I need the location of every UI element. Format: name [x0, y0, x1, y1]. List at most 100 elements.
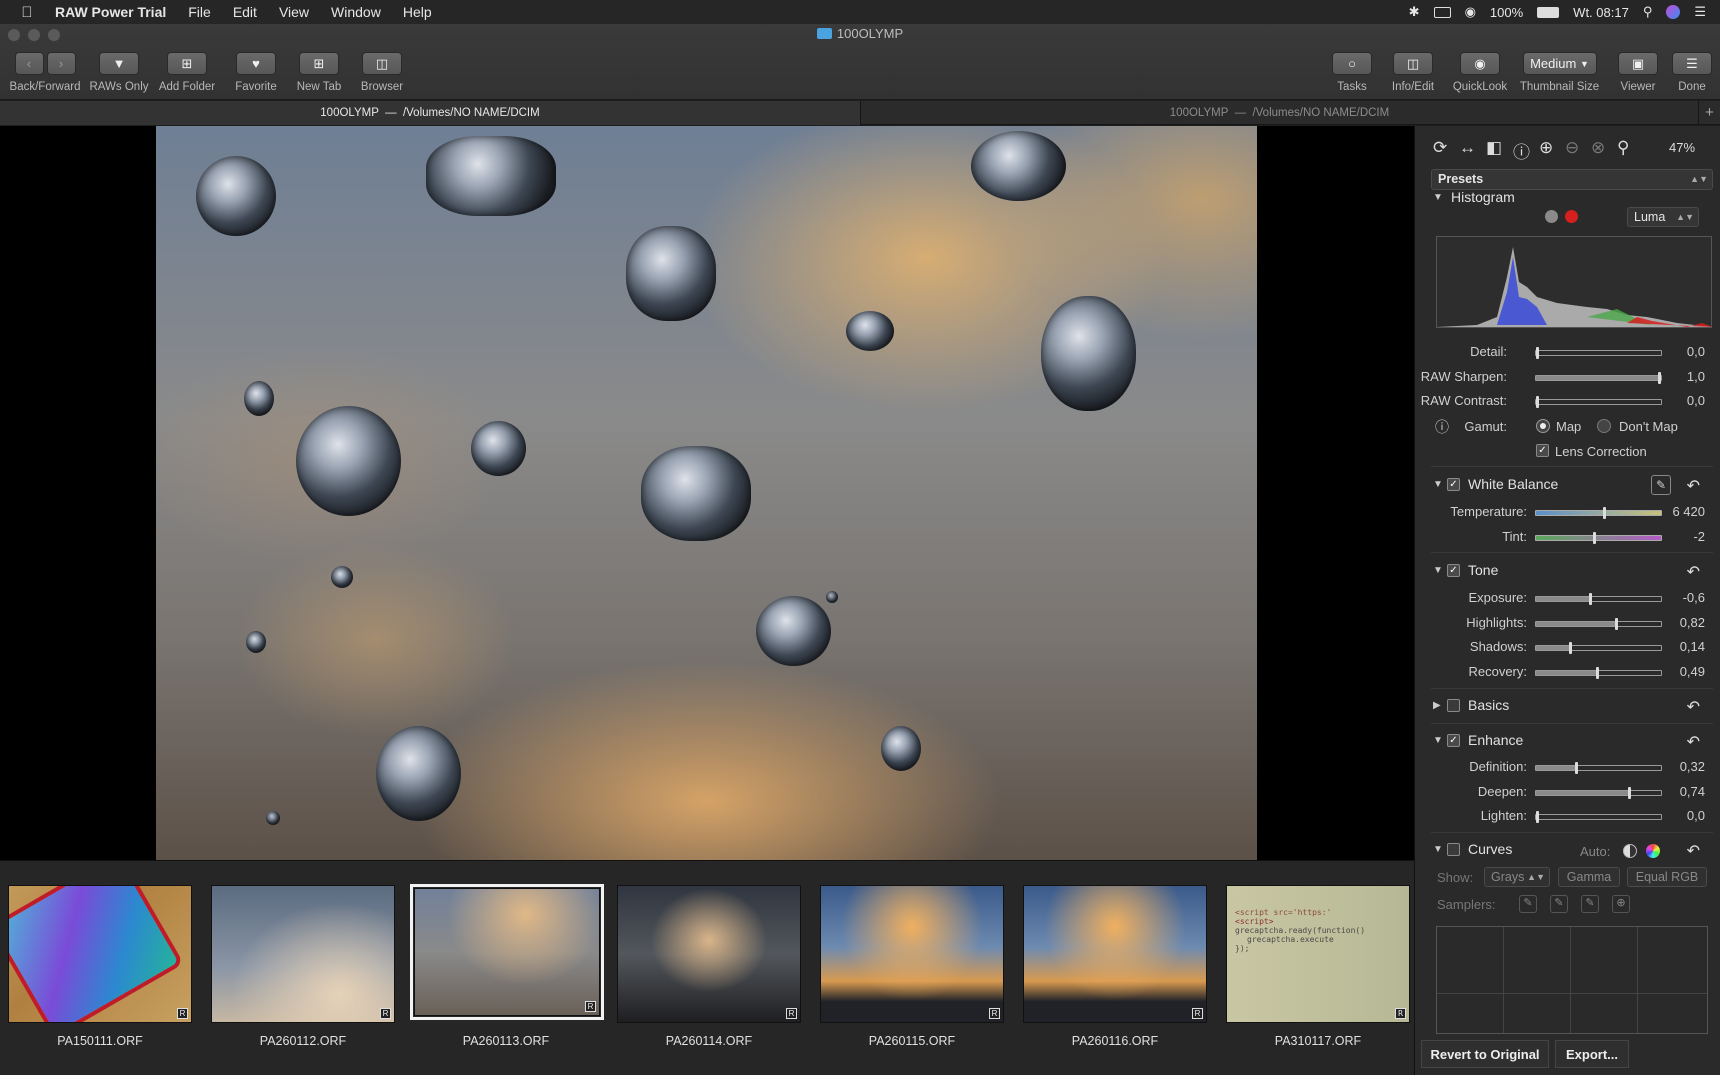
disclosure-triangle-icon[interactable]: ▼	[1433, 565, 1447, 576]
slider-knob[interactable]	[1627, 787, 1631, 799]
new-tab-button[interactable]: ⊞	[299, 52, 339, 75]
main-photo-waterdrops[interactable]	[156, 126, 1257, 860]
clock[interactable]: Wt. 08:17	[1573, 5, 1629, 20]
white-balance-reset-icon[interactable]: ↶	[1687, 476, 1700, 496]
slider-knob[interactable]	[1536, 347, 1539, 359]
recovery-slider[interactable]	[1535, 667, 1662, 679]
bluetooth-icon[interactable]: ✱	[1409, 4, 1420, 20]
lens-correction-checkbox[interactable]: ✓	[1536, 444, 1549, 457]
thumbnail[interactable]: R	[211, 885, 395, 1023]
zoom-out-icon[interactable]: ⊖	[1565, 138, 1579, 158]
detail-slider[interactable]	[1535, 347, 1662, 359]
sampler-3-icon[interactable]: ✎	[1581, 895, 1599, 913]
flip-icon[interactable]: ↔	[1459, 138, 1476, 158]
basics-header[interactable]: ▶ Basics	[1433, 697, 1509, 713]
zoom-fit-icon[interactable]: ⊗	[1591, 138, 1605, 158]
histogram-header[interactable]: ▼ Histogram	[1433, 189, 1515, 205]
raw-sharpen-slider[interactable]	[1535, 372, 1662, 384]
white-balance-header[interactable]: ▼ ✓ White Balance	[1433, 476, 1558, 492]
thumbnail[interactable]: <script src='https:' <script> grecaptcha…	[1226, 885, 1410, 1023]
tone-checkbox[interactable]: ✓	[1447, 563, 1460, 577]
add-folder-button[interactable]: ⊞	[167, 52, 207, 75]
presets-select[interactable]: Presets ▲▼	[1431, 169, 1713, 190]
menu-app-name[interactable]: RAW Power Trial	[44, 4, 177, 20]
thumbnail-size-select[interactable]: Medium ▼	[1522, 52, 1597, 75]
white-balance-checkbox[interactable]: ✓	[1447, 477, 1460, 491]
raws-only-button[interactable]: ▼	[99, 52, 139, 75]
curves-graph[interactable]	[1436, 926, 1708, 1034]
menu-help[interactable]: Help	[392, 4, 443, 20]
info-icon[interactable]: ⓘ	[1513, 138, 1530, 163]
revert-to-original-button[interactable]: Revert to Original	[1421, 1040, 1549, 1068]
curves-gamma-button[interactable]: Gamma	[1558, 867, 1620, 887]
tab-active[interactable]: 100OLYMP — /Volumes/NO NAME/DCIM	[0, 101, 860, 125]
spotlight-search-icon[interactable]: ⚲	[1643, 4, 1653, 20]
lighten-slider[interactable]	[1535, 811, 1662, 823]
auto-color-icon[interactable]	[1646, 844, 1660, 858]
apple-menu-icon[interactable]: 	[10, 4, 44, 21]
browser-button[interactable]: ◫	[362, 52, 402, 75]
shadows-slider[interactable]	[1535, 642, 1662, 654]
tint-slider[interactable]	[1535, 532, 1662, 544]
histogram-gray-dot-icon[interactable]	[1545, 210, 1558, 223]
auto-contrast-icon[interactable]	[1623, 844, 1637, 858]
thumbnail[interactable]: R	[617, 885, 801, 1023]
quicklook-button[interactable]: ◉	[1460, 52, 1500, 75]
disclosure-triangle-icon[interactable]: ▼	[1433, 479, 1447, 490]
slider-knob[interactable]	[1536, 396, 1539, 408]
enhance-header[interactable]: ▼ ✓ Enhance	[1433, 732, 1523, 748]
definition-slider[interactable]	[1535, 762, 1662, 774]
keyboard-icon[interactable]	[1433, 6, 1451, 18]
slider-knob[interactable]	[1536, 811, 1539, 823]
info-edit-button[interactable]: ◫	[1393, 52, 1433, 75]
notification-center-icon[interactable]: ☰	[1694, 4, 1706, 20]
menu-file[interactable]: File	[177, 4, 222, 20]
wifi-icon[interactable]: ◉	[1465, 4, 1476, 20]
gamut-dont-map-radio[interactable]	[1597, 419, 1611, 433]
export-button[interactable]: Export...	[1555, 1040, 1629, 1068]
viewer-button[interactable]: ▣	[1618, 52, 1658, 75]
enhance-reset-icon[interactable]: ↶	[1687, 732, 1700, 752]
forward-button[interactable]: ›	[46, 52, 76, 75]
menu-window[interactable]: Window	[320, 4, 392, 20]
thumbnail[interactable]: R	[1023, 885, 1207, 1023]
histogram-red-dot-icon[interactable]	[1565, 210, 1578, 223]
slider-knob[interactable]	[1602, 507, 1606, 519]
siri-icon[interactable]	[1666, 5, 1681, 19]
tasks-button[interactable]: ○	[1332, 52, 1372, 75]
sampler-crosshair-icon[interactable]: ⊕	[1612, 895, 1630, 913]
raw-contrast-slider[interactable]	[1535, 396, 1662, 408]
back-button[interactable]: ‹	[14, 52, 44, 75]
battery-icon[interactable]	[1537, 6, 1560, 18]
thumbnail-selected[interactable]: R	[410, 884, 604, 1020]
crop-icon[interactable]: ◧	[1486, 138, 1502, 158]
disclosure-triangle-icon[interactable]: ▼	[1433, 735, 1447, 746]
slider-knob[interactable]	[1596, 667, 1600, 679]
tone-header[interactable]: ▼ ✓ Tone	[1433, 562, 1498, 578]
favorite-button[interactable]: ♥	[236, 52, 276, 75]
done-button[interactable]: ☰	[1672, 52, 1712, 75]
histogram-mode-select[interactable]: Luma ▲▼	[1627, 207, 1699, 227]
eyedropper-icon[interactable]: ✎	[1651, 475, 1671, 495]
thumbnail[interactable]: R	[8, 885, 192, 1023]
slider-knob[interactable]	[1568, 642, 1572, 654]
disclosure-triangle-right-icon[interactable]: ▶	[1433, 700, 1447, 711]
basics-checkbox[interactable]	[1447, 698, 1460, 712]
thumbnail[interactable]: R	[820, 885, 1004, 1023]
slider-knob[interactable]	[1592, 532, 1596, 544]
slider-knob[interactable]	[1575, 762, 1578, 774]
tab-inactive[interactable]: 100OLYMP — /Volumes/NO NAME/DCIM	[860, 101, 1698, 125]
sampler-2-icon[interactable]: ✎	[1550, 895, 1568, 913]
tone-reset-icon[interactable]: ↶	[1687, 562, 1700, 582]
add-tab-button[interactable]: +	[1698, 101, 1720, 125]
menu-edit[interactable]: Edit	[222, 4, 268, 20]
deepen-slider[interactable]	[1535, 787, 1662, 799]
basics-reset-icon[interactable]: ↶	[1687, 697, 1700, 717]
temperature-slider[interactable]	[1535, 507, 1662, 519]
rotate-icon[interactable]: ⟳	[1433, 138, 1447, 158]
zoom-in-icon[interactable]: ⊕	[1539, 138, 1553, 158]
menu-view[interactable]: View	[268, 4, 320, 20]
disclosure-triangle-icon[interactable]: ▼	[1433, 192, 1447, 203]
highlights-slider[interactable]	[1535, 618, 1662, 630]
image-viewer[interactable]	[0, 126, 1414, 860]
